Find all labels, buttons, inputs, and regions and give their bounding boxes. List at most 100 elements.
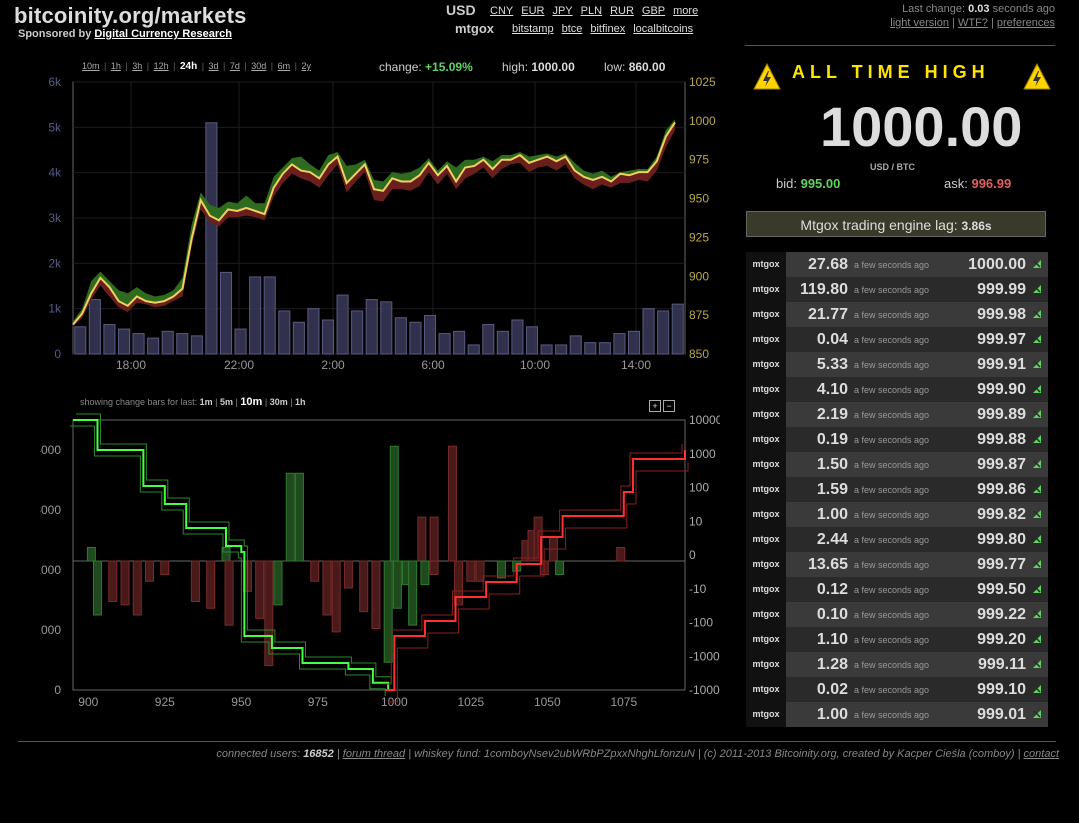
change-bar-option-1m[interactable]: 1m — [200, 397, 213, 407]
exchange-link-btce[interactable]: btce — [562, 23, 583, 35]
currency-link-jpy[interactable]: JPY — [552, 5, 572, 17]
trade-price: 1000.00 — [968, 255, 1026, 273]
trade-time: a few seconds ago — [854, 509, 930, 520]
separator: | — [144, 61, 152, 71]
currency-link-rur[interactable]: RUR — [610, 5, 634, 17]
currency-link-eur[interactable]: EUR — [521, 5, 544, 17]
currency-link-gbp[interactable]: GBP — [642, 5, 665, 17]
depth-x-tick-label: 1025 — [457, 695, 484, 709]
timeframe-12h[interactable]: 12h — [154, 61, 169, 71]
trade-time: a few seconds ago — [854, 584, 930, 595]
trade-exchange: mtgox — [746, 252, 786, 277]
exchange-link-bitstamp[interactable]: bitstamp — [512, 23, 554, 35]
exchange-link-bitfinex[interactable]: bitfinex — [590, 23, 625, 35]
change-bar-option-30m[interactable]: 30m — [270, 397, 288, 407]
depth-x-tick-label: 950 — [231, 695, 251, 709]
change-bar — [108, 560, 118, 602]
copyright: (c) 2011-2013 Bitcoinity.org, created by… — [703, 748, 1015, 760]
trade-direction-icon — [1026, 706, 1046, 724]
ask-display: ask: 996.99 — [944, 176, 1011, 191]
market-depth-chart[interactable]: 01000200030004000100001000100100-10-100-… — [40, 410, 720, 712]
trade-exchange: mtgox — [746, 352, 786, 377]
sponsor-line: Sponsored by Digital Currency Research — [18, 28, 232, 40]
trade-direction-icon — [1026, 531, 1046, 549]
depth-tick-label: 2000 — [40, 563, 61, 577]
trade-time: a few seconds ago — [854, 634, 930, 645]
volume-bar — [278, 310, 291, 355]
change-bar-option-5m[interactable]: 5m — [220, 397, 233, 407]
change-bar — [310, 560, 320, 582]
trade-amount: 1.59 — [816, 480, 848, 498]
volume-bar — [380, 301, 393, 355]
trade-amount: 119.80 — [799, 280, 848, 298]
trade-row: mtgox 13.65 a few seconds ago 999.77 — [746, 552, 1048, 577]
volume-tick-label: 0 — [54, 347, 61, 361]
volume-bar — [540, 344, 553, 355]
bid-depth-line — [73, 419, 390, 690]
depth-tick-label: 1000 — [40, 623, 61, 637]
change-bar — [408, 560, 418, 626]
currency-link-more[interactable]: more — [673, 5, 698, 17]
change-bar — [371, 560, 381, 629]
trade-amount: 2.44 — [816, 530, 848, 548]
currency-link-pln[interactable]: PLN — [581, 5, 602, 17]
trade-time: a few seconds ago — [854, 659, 930, 670]
timeframe-3h[interactable]: 3h — [132, 61, 142, 71]
separator: | — [268, 61, 276, 71]
time-tick-label: 14:00 — [621, 358, 651, 372]
exchange-link-localbitcoins[interactable]: localbitcoins — [633, 23, 693, 35]
volume-bar — [525, 326, 539, 355]
timeframe-30d[interactable]: 30d — [251, 61, 266, 71]
site-logo[interactable]: bitcoinity.org/markets — [14, 3, 247, 29]
wtf-link[interactable]: WTF? — [958, 17, 988, 29]
trades-table: mtgox 27.68 a few seconds ago 1000.00 mtgox 1… — [746, 252, 1048, 727]
price-volume-chart[interactable]: 0 1k 2k 3k 4k 5k 6k 850 875 900 925 950 975 1000 1025 1… — [40, 72, 720, 372]
trade-price: 999.77 — [977, 555, 1026, 573]
change-bar — [322, 560, 332, 616]
volume-bar — [642, 308, 655, 355]
last-change-prefix: Last change: — [902, 3, 966, 15]
forum-thread-link[interactable]: forum thread — [343, 748, 405, 760]
depth-x-tick-label: 1050 — [534, 695, 561, 709]
change-bar-option-1h[interactable]: 1h — [295, 397, 306, 407]
price-tick-label: 950 — [689, 192, 709, 206]
trade-exchange: mtgox — [746, 677, 786, 702]
timeframe-2y[interactable]: 2y — [301, 61, 311, 71]
trade-price: 999.99 — [977, 280, 1026, 298]
separator: | — [262, 397, 270, 407]
volume-tick-label: 2k — [48, 256, 62, 270]
volume-bar — [453, 330, 466, 355]
trade-direction-icon — [1026, 306, 1046, 324]
timeframe-10m[interactable]: 10m — [82, 61, 100, 71]
trade-direction-icon — [1026, 281, 1046, 299]
trade-amount: 0.19 — [816, 430, 848, 448]
trade-exchange: mtgox — [746, 327, 786, 352]
timeframe-6m[interactable]: 6m — [278, 61, 291, 71]
change-bar — [285, 472, 295, 562]
volume-tick-label: 6k — [48, 75, 62, 89]
timeframe-7d[interactable]: 7d — [230, 61, 240, 71]
price-line — [72, 121, 676, 326]
trade-row: mtgox 27.68 a few seconds ago 1000.00 — [746, 252, 1048, 277]
sponsor-prefix: Sponsored by — [18, 28, 92, 40]
trade-exchange: mtgox — [746, 602, 786, 627]
timeframe-3d[interactable]: 3d — [209, 61, 219, 71]
light-version-link[interactable]: light version — [890, 17, 949, 29]
contact-link[interactable]: contact — [1024, 748, 1059, 760]
volume-bar — [307, 308, 320, 355]
sponsor-link[interactable]: Digital Currency Research — [94, 28, 232, 40]
volume-bar — [234, 328, 247, 355]
engine-lag-box: Mtgox trading engine lag: 3.86s — [746, 211, 1046, 237]
timeframe-24h[interactable]: 24h — [180, 61, 197, 72]
volume-bar — [103, 324, 116, 355]
trade-price: 999.50 — [977, 580, 1026, 598]
timeframe-1h[interactable]: 1h — [111, 61, 121, 71]
price-tick-label: 1000 — [689, 114, 716, 128]
currency-link-cny[interactable]: CNY — [490, 5, 513, 17]
trade-direction-icon — [1026, 506, 1046, 524]
preferences-link[interactable]: preferences — [997, 17, 1055, 29]
trade-row: mtgox 1.28 a few seconds ago 999.11 — [746, 652, 1048, 677]
change-bar-option-10m[interactable]: 10m — [240, 396, 262, 408]
trade-row: mtgox 119.80 a few seconds ago 999.99 — [746, 277, 1048, 302]
change-bar — [417, 516, 427, 562]
